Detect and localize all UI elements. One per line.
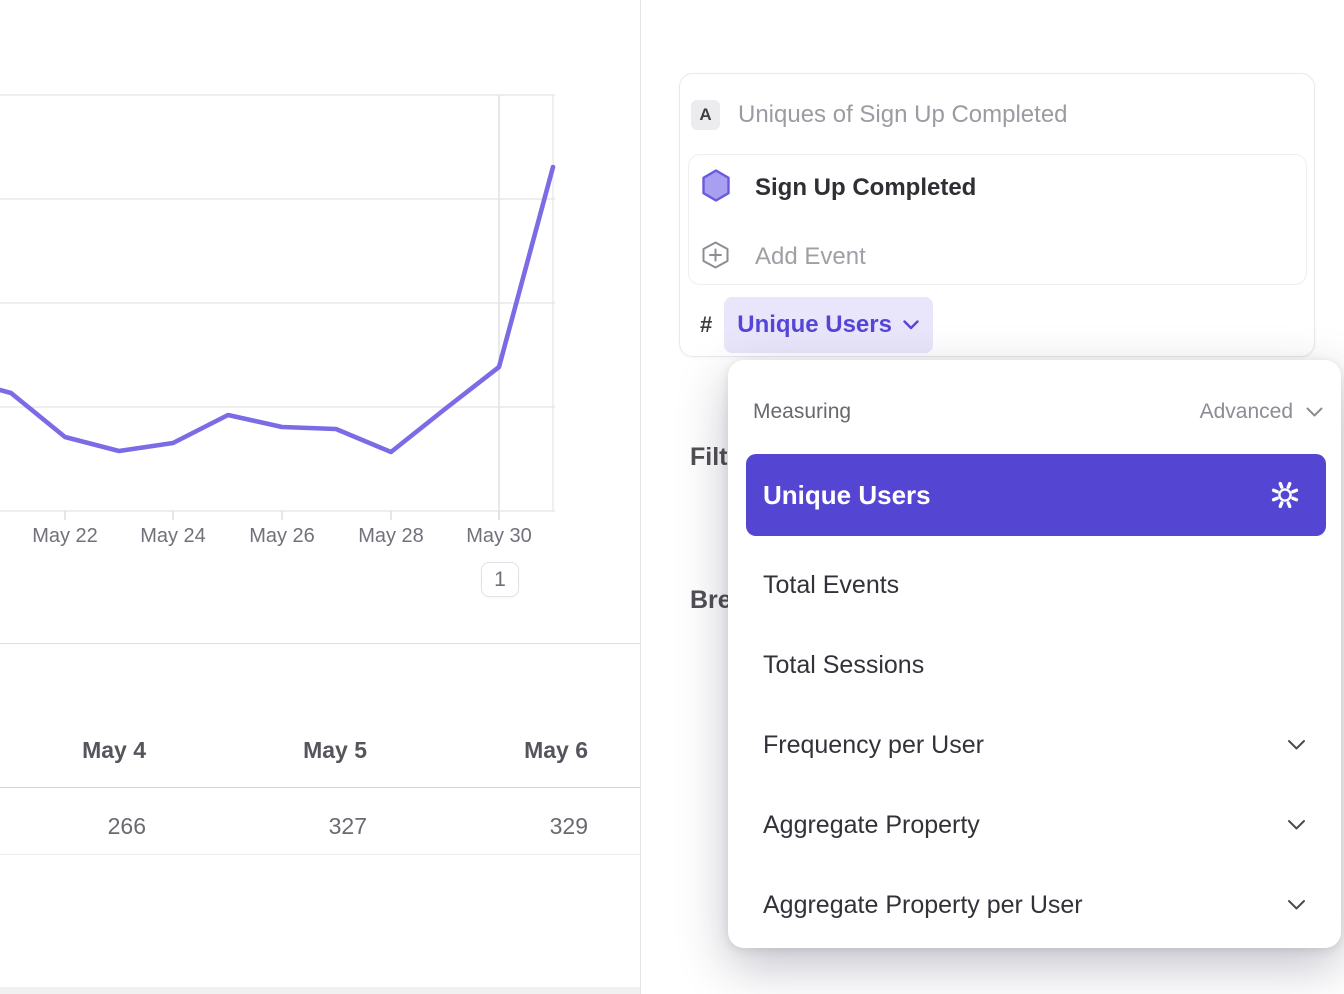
dropdown-item-label: Aggregate Property per User bbox=[763, 891, 1083, 920]
dropdown-item-aggregate-property-per-user[interactable]: Aggregate Property per User bbox=[746, 875, 1326, 935]
count-hash-icon: # bbox=[700, 312, 712, 338]
filter-section-label: Filt bbox=[690, 443, 728, 472]
measurement-selector[interactable]: Unique Users bbox=[724, 297, 933, 353]
event-card: Sign Up Completed Add Event bbox=[688, 154, 1307, 285]
chevron-down-icon bbox=[1306, 407, 1323, 418]
chart-pane: May 22May 24May 26May 28May 30 1 May 4Ma… bbox=[0, 0, 640, 994]
table-header-separator bbox=[0, 787, 640, 788]
add-event-icon bbox=[702, 241, 729, 274]
dropdown-item-unique-users[interactable]: Unique Users bbox=[746, 454, 1326, 536]
dropdown-item-aggregate-property[interactable]: Aggregate Property bbox=[746, 795, 1326, 855]
series-line[interactable] bbox=[0, 167, 553, 452]
dropdown-item-label: Frequency per User bbox=[763, 731, 984, 760]
table-cell-value: 327 bbox=[167, 813, 367, 840]
chevron-down-icon bbox=[903, 320, 919, 330]
dropdown-item-label: Total Events bbox=[763, 571, 899, 600]
insights-report-screen: May 22May 24May 26May 28May 30 1 May 4Ma… bbox=[0, 0, 1344, 994]
event-hexagon-icon bbox=[702, 169, 730, 207]
table-column-header: May 4 bbox=[0, 737, 146, 764]
metric-card-header: A Uniques of Sign Up Completed bbox=[691, 100, 1068, 130]
table-cell-value: 329 bbox=[388, 813, 588, 840]
table-row-separator bbox=[0, 854, 640, 855]
add-event-button[interactable]: Add Event bbox=[702, 240, 866, 274]
event-name-label: Sign Up Completed bbox=[755, 174, 976, 202]
breakdown-section-label: Bre bbox=[690, 586, 732, 615]
horizontal-scrollbar[interactable] bbox=[0, 987, 640, 994]
table-column-header: May 5 bbox=[167, 737, 367, 764]
dropdown-item-label: Total Sessions bbox=[763, 651, 924, 680]
data-table: May 4 May 5 May 6 266 327 329 bbox=[0, 643, 640, 987]
advanced-label: Advanced bbox=[1200, 400, 1293, 424]
metric-title: Uniques of Sign Up Completed bbox=[738, 101, 1068, 129]
event-row-sign-up-completed[interactable]: Sign Up Completed bbox=[702, 171, 976, 205]
x-tick-label: May 22 bbox=[20, 525, 110, 548]
measurement-row: # Unique Users bbox=[700, 297, 933, 353]
dropdown-item-label: Aggregate Property bbox=[763, 811, 980, 840]
annotation-marker-badge[interactable]: 1 bbox=[481, 562, 519, 597]
metric-card: A Uniques of Sign Up Completed Sign Up C… bbox=[679, 73, 1315, 357]
chevron-down-icon bbox=[1287, 899, 1306, 911]
table-cell-value: 266 bbox=[0, 813, 146, 840]
dropdown-item-frequency-per-user[interactable]: Frequency per User bbox=[746, 715, 1326, 775]
query-builder-pane: A Uniques of Sign Up Completed Sign Up C… bbox=[641, 0, 1344, 994]
gear-icon[interactable] bbox=[1268, 478, 1302, 512]
dropdown-item-total-events[interactable]: Total Events bbox=[746, 555, 1326, 615]
add-event-label: Add Event bbox=[755, 243, 866, 271]
measurement-value: Unique Users bbox=[737, 311, 892, 339]
chevron-down-icon bbox=[1287, 819, 1306, 831]
dropdown-item-total-sessions[interactable]: Total Sessions bbox=[746, 635, 1326, 695]
table-column-header: May 6 bbox=[388, 737, 588, 764]
measurement-dropdown: Measuring Advanced Unique Users Total Eve… bbox=[728, 360, 1341, 948]
dropdown-header: Measuring Advanced bbox=[753, 400, 1323, 424]
chevron-down-icon bbox=[1287, 739, 1306, 751]
x-tick-label: May 24 bbox=[128, 525, 218, 548]
x-tick-label: May 28 bbox=[346, 525, 436, 548]
measuring-label: Measuring bbox=[753, 400, 851, 424]
series-a-badge: A bbox=[691, 100, 720, 130]
x-tick-label: May 26 bbox=[237, 525, 327, 548]
x-tick-label: May 30 bbox=[454, 525, 544, 548]
advanced-toggle[interactable]: Advanced bbox=[1200, 400, 1323, 424]
dropdown-item-label: Unique Users bbox=[763, 480, 931, 511]
